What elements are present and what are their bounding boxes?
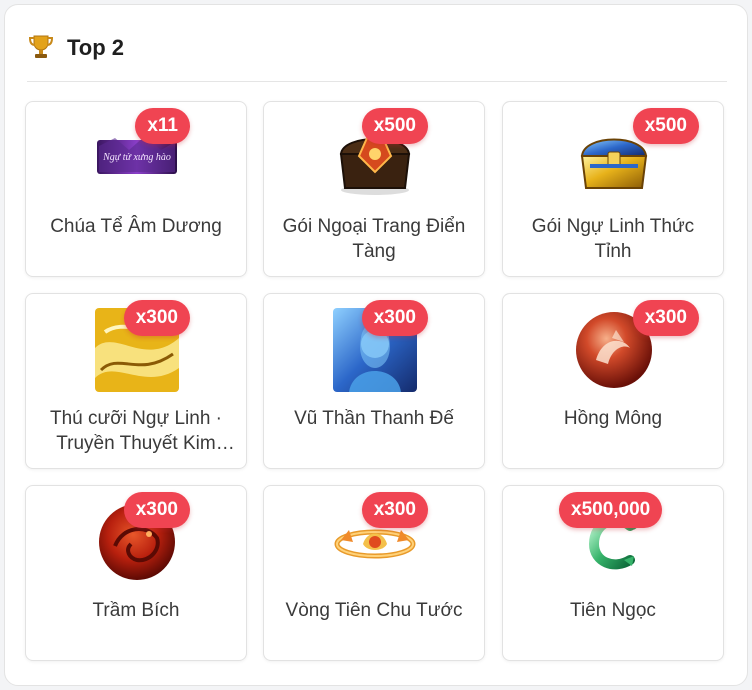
trophy-icon <box>29 35 53 58</box>
reward-card[interactable]: x500 Gói Ngự Linh Thức Tỉnh <box>502 101 724 277</box>
reward-name: Chúa Tể Âm Dương <box>50 216 222 237</box>
reward-card[interactable]: x300 Trầm Bích <box>25 485 247 661</box>
quantity-badge: x300 <box>361 300 428 336</box>
quantity-badge: x500,000 <box>559 492 663 528</box>
quantity-badge: x500 <box>361 108 428 144</box>
reward-name: Gói Ngự Linh Thức Tỉnh <box>531 216 695 262</box>
reward-card[interactable]: x300 Vòng Tiên Chu Tước <box>263 485 485 661</box>
reward-card[interactable]: x300 Hồng Mông <box>502 293 724 469</box>
reward-name: Vũ Thần Thanh Đế <box>294 408 454 429</box>
reward-name: Vòng Tiên Chu Tước <box>285 600 463 621</box>
reward-card[interactable]: x500,000 Tiên Ngọc <box>502 485 724 661</box>
page-title: Top 2 <box>67 35 125 60</box>
reward-name: Tiên Ngọc <box>570 600 656 621</box>
reward-card[interactable]: x500 Gói Ngoại Trang Điển Tàng <box>263 101 485 277</box>
quantity-badge: x11 <box>135 108 190 144</box>
reward-name: Thú cưỡi Ngự Linh · Truyền Thuyết Kim Lo… <box>49 408 222 454</box>
quantity-badge: x300 <box>123 492 190 528</box>
reward-name: Trầm Bích <box>92 600 180 621</box>
panel-header: Top 2 <box>27 29 727 82</box>
reward-card[interactable]: x300 Thú cưỡi Ngự Linh · Truyền Thuyết K… <box>25 293 247 469</box>
quantity-badge: x300 <box>123 300 190 336</box>
quantity-badge: x500 <box>632 108 699 144</box>
reward-name: Hồng Mông <box>563 408 663 429</box>
reward-name: Gói Ngoại Trang Điển Tàng <box>282 216 466 262</box>
reward-card[interactable]: Ngự tử xưng hào x11 Chúa Tể Âm Dương <box>25 101 247 277</box>
reward-card[interactable]: x300 Vũ Thần Thanh Đế <box>263 293 485 469</box>
svg-text:Ngự tử xưng hào: Ngự tử xưng hào <box>102 152 171 163</box>
quantity-badge: x300 <box>361 492 428 528</box>
quantity-badge: x300 <box>632 300 699 336</box>
reward-panel: Top 2 Ngự tử xưng hào x11 Chúa Tể Âm Dươ… <box>4 4 748 686</box>
